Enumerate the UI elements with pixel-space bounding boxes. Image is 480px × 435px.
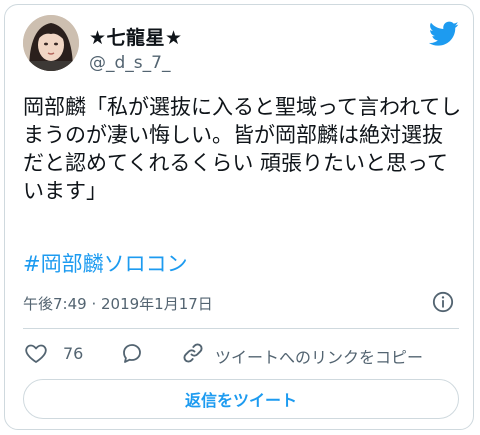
- tweet-text: 岡部麟「私が選抜に入ると聖域って言われてしまうのが凄い悔しい。皆が岡部麟は絶対選…: [23, 95, 462, 203]
- heart-icon[interactable]: [23, 341, 49, 365]
- reply-button-label: 返信をツイート: [184, 391, 297, 410]
- display-name[interactable]: ★七龍星★: [89, 23, 183, 50]
- divider: [23, 328, 459, 329]
- avatar-image: [23, 15, 79, 71]
- reply-tweet-button[interactable]: 返信をツイート: [23, 379, 459, 419]
- hashtag-link[interactable]: #岡部麟ソロコン: [23, 248, 188, 278]
- tweet-timestamp[interactable]: 午後7:49 · 2019年1月17日: [23, 293, 213, 314]
- copy-link-label[interactable]: ツイートへのリンクをコピー: [215, 344, 423, 368]
- twitter-bird-icon[interactable]: [429, 21, 459, 47]
- info-icon[interactable]: [432, 291, 454, 313]
- user-handle[interactable]: @_d_s_7_: [89, 53, 170, 73]
- avatar[interactable]: [23, 15, 79, 71]
- like-count[interactable]: 76: [63, 344, 83, 363]
- action-row: 76 ツイートへのリンクをコピー: [23, 339, 463, 369]
- reply-bubble-icon[interactable]: [119, 341, 145, 365]
- link-icon[interactable]: [181, 341, 205, 365]
- tweet-card: ★七龍星★ @_d_s_7_ 岡部麟「私が選抜に入ると聖域って言われてしまうのが…: [4, 4, 474, 430]
